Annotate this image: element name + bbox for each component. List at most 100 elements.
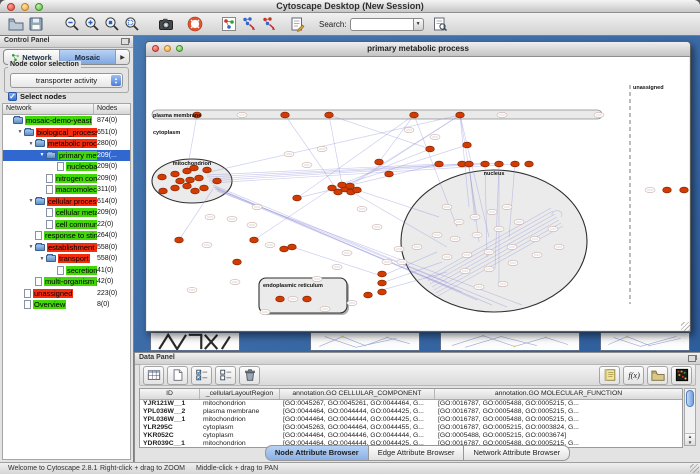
scrollbar-thumb[interactable] (686, 390, 694, 407)
nucleus-region[interactable] (401, 170, 587, 312)
network-node[interactable] (511, 161, 520, 167)
network-node[interactable] (378, 271, 387, 277)
network-node[interactable] (233, 259, 242, 265)
background-window-thumbnail[interactable] (440, 332, 580, 351)
create-network-from-selection-button[interactable] (239, 15, 259, 34)
network-edge[interactable] (329, 115, 343, 190)
tree-row-nitrogen-compo[interactable]: nitrogen compo209(0) (3, 173, 130, 185)
network-node[interactable] (385, 171, 394, 177)
attribute-select-button[interactable] (143, 366, 164, 385)
expand-icon[interactable]: ▼ (27, 244, 35, 250)
delete-attribute-button[interactable] (239, 366, 260, 385)
column-header[interactable]: annotation.GO MOLECULAR_FUNCTION (435, 389, 683, 399)
network-edge[interactable] (292, 247, 382, 276)
network-node[interactable] (158, 174, 167, 180)
select-nodes-checkbox[interactable]: ✓ (8, 92, 17, 101)
network-node[interactable] (250, 237, 259, 243)
table-row[interactable]: YJR121W__1mitochondrion[GO:0045267, GO:0… (140, 400, 682, 408)
network-node[interactable] (171, 171, 180, 177)
network-node[interactable] (276, 296, 285, 302)
column-header[interactable]: ID (140, 389, 200, 399)
zoom-in-button[interactable] (82, 15, 102, 34)
tree-row-cell-communicat[interactable]: cell communicat22(0) (3, 219, 130, 231)
network-node[interactable] (680, 187, 689, 193)
notes-button[interactable] (599, 366, 620, 385)
network-edge[interactable] (205, 115, 460, 173)
network-node[interactable] (495, 161, 504, 167)
window-resize-grip[interactable] (681, 322, 690, 331)
snapshot-button[interactable] (156, 15, 176, 34)
network-node[interactable] (186, 177, 195, 183)
network-node[interactable] (525, 161, 534, 167)
network-node[interactable] (191, 188, 200, 194)
network-node[interactable] (203, 167, 212, 173)
tree-row-unassigned[interactable]: unassigned223(0) (3, 288, 130, 300)
network-canvas[interactable]: plasma membranecytoplasmmitochondrionnuc… (147, 57, 689, 330)
create-attribute-button[interactable] (167, 366, 188, 385)
network-node[interactable] (378, 289, 387, 295)
network-node[interactable] (171, 185, 180, 191)
network-node[interactable] (200, 185, 209, 191)
network-node[interactable] (346, 183, 355, 189)
tree-row-primary-metabo[interactable]: ▼primary metabo209(... (3, 150, 130, 162)
tree-row-macromolecule[interactable]: macromolecule311(0) (3, 184, 130, 196)
network-node[interactable] (481, 161, 490, 167)
scrollbar-arrows[interactable]: ▲▼ (685, 433, 695, 445)
save-button[interactable] (26, 15, 46, 34)
column-header[interactable]: _cellularLayoutRegion (200, 389, 280, 399)
zoom-selected-button[interactable] (102, 15, 122, 34)
tree-row-metabolic-process[interactable]: ▼metabolic process280(0) (3, 138, 130, 150)
zoom-out-button[interactable] (62, 15, 82, 34)
tree-row-cellular-metabo[interactable]: cellular metabo209(0) (3, 207, 130, 219)
tree-row-transport[interactable]: ▼transport558(0) (3, 253, 130, 265)
column-header[interactable]: annotation.GO CELLULAR_COMPONENT (280, 389, 435, 399)
network-node[interactable] (303, 296, 312, 302)
network-edge[interactable] (297, 115, 414, 198)
tree-row-cellular-process[interactable]: ▼cellular process614(0) (3, 196, 130, 208)
tab-network-attribute-browser[interactable]: Network Attribute Browser (464, 445, 570, 461)
network-edge[interactable] (338, 115, 460, 192)
app-resize-grip[interactable] (690, 464, 699, 473)
more-tabs-button[interactable]: ▶ (116, 50, 129, 64)
zoom-fit-button[interactable] (122, 15, 142, 34)
network-node[interactable] (663, 187, 672, 193)
network-node[interactable] (176, 178, 185, 184)
tab-node-attribute-browser[interactable]: Node Attribute Browser (265, 445, 369, 461)
network-node[interactable] (213, 178, 222, 184)
tree-header-network[interactable]: Network (3, 104, 94, 114)
network-node[interactable] (426, 146, 435, 152)
network-node[interactable] (281, 112, 290, 118)
attribute-matrix-button[interactable] (671, 366, 692, 385)
background-window-thumbnail[interactable] (310, 332, 420, 351)
help-button[interactable] (185, 15, 205, 34)
table-row[interactable]: YPL036W__1mitochondrion[GO:0044464, GO:0… (140, 416, 682, 424)
table-row[interactable]: YPL036W__2plasma membrane[GO:0044464, GO… (140, 408, 682, 416)
network-node[interactable] (375, 159, 384, 165)
unselect-attributes-button[interactable] (215, 366, 236, 385)
network-node[interactable] (195, 175, 204, 181)
vizmapper-button[interactable] (219, 15, 239, 34)
network-node[interactable] (463, 142, 472, 148)
tree-row-response-to-stimulu[interactable]: response to stimulu264(0) (3, 230, 130, 242)
network-view-window[interactable]: primary metabolic process plasma membran… (145, 41, 691, 332)
background-window-thumbnail[interactable] (150, 332, 240, 351)
annotation-button[interactable] (287, 15, 307, 34)
tree-row-establishment-of-lo[interactable]: ▼establishment of lo558(0) (3, 242, 130, 254)
search-input[interactable] (350, 18, 413, 31)
expand-icon[interactable]: ▼ (27, 198, 35, 204)
close-view-icon[interactable] (152, 45, 159, 52)
network-node[interactable] (288, 244, 297, 250)
search-options-button[interactable] (430, 15, 450, 34)
network-node[interactable] (175, 237, 184, 243)
network-node[interactable] (183, 183, 192, 189)
function-builder-button[interactable]: f(x) (623, 366, 644, 385)
network-node[interactable] (456, 112, 465, 118)
table-row[interactable]: YLR295Ccytoplasm[GO:0045263, GO:0044464,… (140, 424, 682, 432)
minimize-view-icon[interactable] (164, 45, 171, 52)
node-color-dropdown[interactable]: transporter activity ▲▼ (10, 73, 123, 88)
expand-icon[interactable]: ▼ (27, 141, 35, 147)
float-panel-icon[interactable] (121, 38, 129, 45)
tree-row-overview[interactable]: Overview8(0) (3, 299, 130, 311)
network-node[interactable] (325, 112, 334, 118)
network-node[interactable] (435, 161, 444, 167)
